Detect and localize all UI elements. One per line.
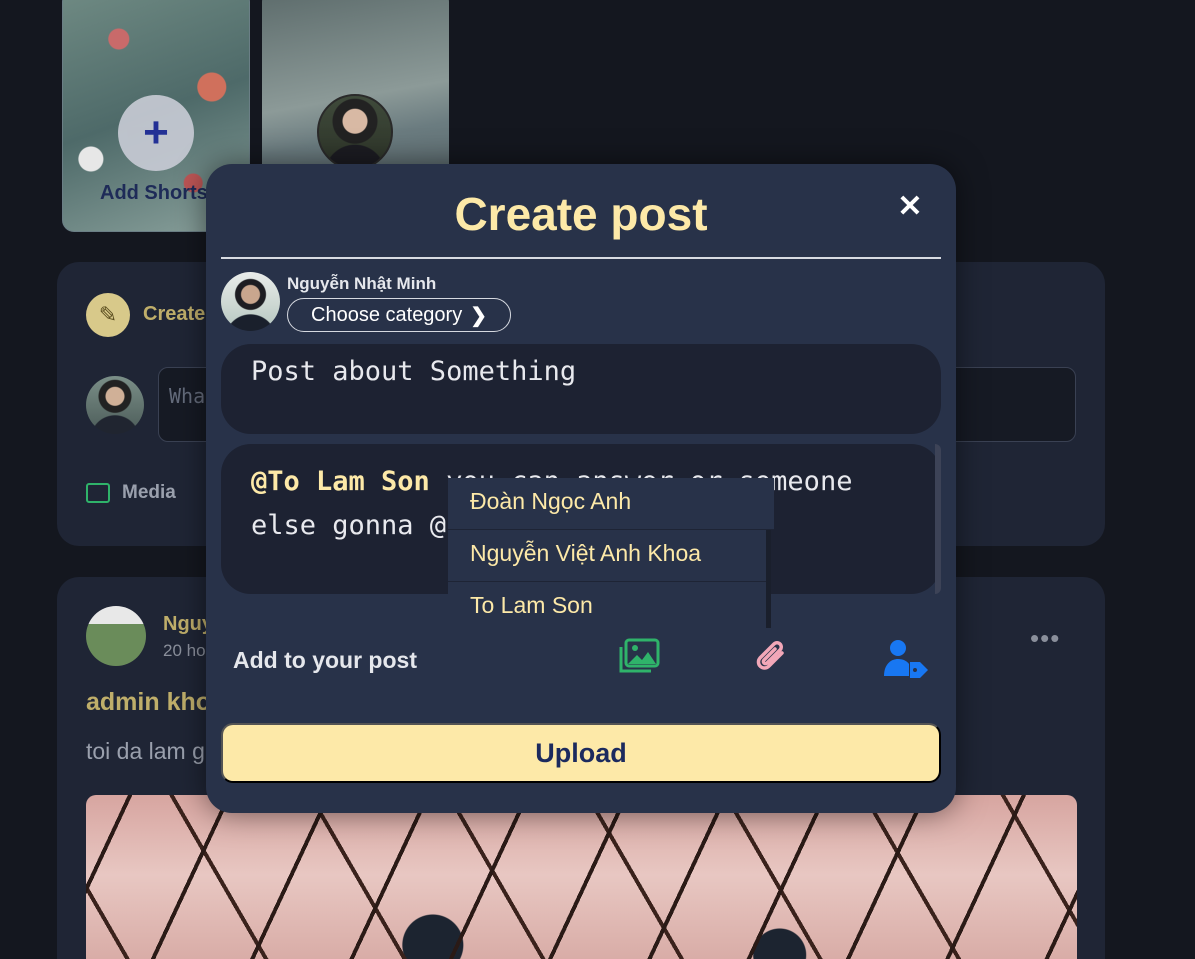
user-name: Nguyễn Nhật Minh xyxy=(287,274,437,293)
chevron-right-icon: ❯ xyxy=(470,304,487,327)
paperclip-icon[interactable] xyxy=(753,638,789,674)
create-post-label: Create xyxy=(143,303,206,325)
post-timestamp: 20 ho xyxy=(163,641,206,660)
avatar xyxy=(221,272,280,331)
mention-dropdown: Đoàn Ngọc Anh Nguyễn Việt Anh Khoa To La… xyxy=(448,478,774,628)
mention-tag: @To Lam Son xyxy=(251,466,430,497)
plus-icon[interactable]: + xyxy=(118,95,194,171)
upload-button[interactable]: Upload xyxy=(221,723,941,783)
post-image[interactable] xyxy=(86,795,1077,959)
modal-title: Create post xyxy=(454,188,708,240)
avatar xyxy=(86,376,144,434)
close-icon[interactable]: ✕ xyxy=(896,192,924,222)
mention-option[interactable]: Nguyễn Việt Anh Khoa xyxy=(448,530,766,582)
media-icon xyxy=(86,483,110,503)
avatar xyxy=(317,94,393,170)
media-button[interactable]: Media xyxy=(86,482,176,504)
scrollbar[interactable] xyxy=(766,530,771,628)
add-to-post-label: Add to your post xyxy=(233,647,417,673)
post-title-input[interactable]: Post about Something xyxy=(221,344,941,434)
pencil-icon: ✎ xyxy=(86,293,130,337)
post-text: toi da lam g xyxy=(86,738,205,764)
more-options-icon[interactable]: ••• xyxy=(1030,623,1060,654)
choose-category-label: Choose category xyxy=(311,303,463,326)
avatar[interactable] xyxy=(86,606,146,666)
mention-option[interactable]: Đoàn Ngọc Anh xyxy=(448,478,774,530)
scrollbar[interactable] xyxy=(935,444,941,594)
media-icon[interactable] xyxy=(618,638,660,674)
create-post-modal: Create post ✕ Nguyễn Nhật Minh Choose ca… xyxy=(206,164,956,813)
divider xyxy=(221,257,941,259)
body-text: else gonna @ xyxy=(251,510,447,541)
mention-option[interactable]: To Lam Son xyxy=(448,582,766,628)
post-title: admin kho xyxy=(86,688,212,716)
tag-user-icon[interactable] xyxy=(883,638,929,678)
media-label: Media xyxy=(122,482,176,503)
choose-category-button[interactable]: Choose category ❯ xyxy=(287,298,511,332)
add-shorts-label: Add Shorts xyxy=(100,182,208,204)
